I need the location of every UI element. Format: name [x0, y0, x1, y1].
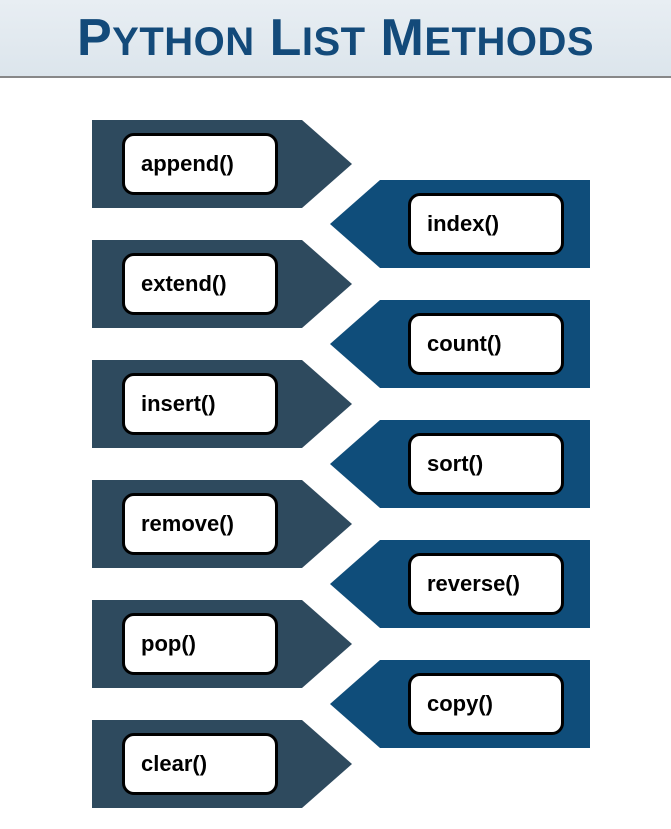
method-arrow-right: count() — [330, 300, 590, 388]
method-box: append() — [122, 133, 278, 195]
method-arrow-left: insert() — [92, 360, 352, 448]
method-box: index() — [408, 193, 564, 255]
page-title: PYTHON LIST METHODS — [77, 8, 594, 68]
method-arrow-left: extend() — [92, 240, 352, 328]
method-arrow-right: reverse() — [330, 540, 590, 628]
method-label: extend() — [141, 271, 227, 297]
method-label: remove() — [141, 511, 234, 537]
method-box: count() — [408, 313, 564, 375]
method-arrow-left: remove() — [92, 480, 352, 568]
method-label: sort() — [427, 451, 483, 477]
method-box: clear() — [122, 733, 278, 795]
method-label: clear() — [141, 751, 207, 777]
method-label: index() — [427, 211, 499, 237]
method-label: reverse() — [427, 571, 520, 597]
method-arrow-left: clear() — [92, 720, 352, 808]
method-label: insert() — [141, 391, 216, 417]
method-arrow-left: pop() — [92, 600, 352, 688]
method-box: insert() — [122, 373, 278, 435]
method-label: count() — [427, 331, 502, 357]
method-box: extend() — [122, 253, 278, 315]
method-arrow-left: append() — [92, 120, 352, 208]
method-box: sort() — [408, 433, 564, 495]
method-arrow-right: sort() — [330, 420, 590, 508]
method-arrow-right: copy() — [330, 660, 590, 748]
method-arrow-right: index() — [330, 180, 590, 268]
method-box: remove() — [122, 493, 278, 555]
header-bar: PYTHON LIST METHODS — [0, 0, 671, 78]
diagram-area: append() extend() insert() remove() pop() cle… — [0, 78, 671, 829]
method-box: copy() — [408, 673, 564, 735]
method-box: pop() — [122, 613, 278, 675]
method-label: append() — [141, 151, 234, 177]
method-label: pop() — [141, 631, 196, 657]
method-box: reverse() — [408, 553, 564, 615]
method-label: copy() — [427, 691, 493, 717]
